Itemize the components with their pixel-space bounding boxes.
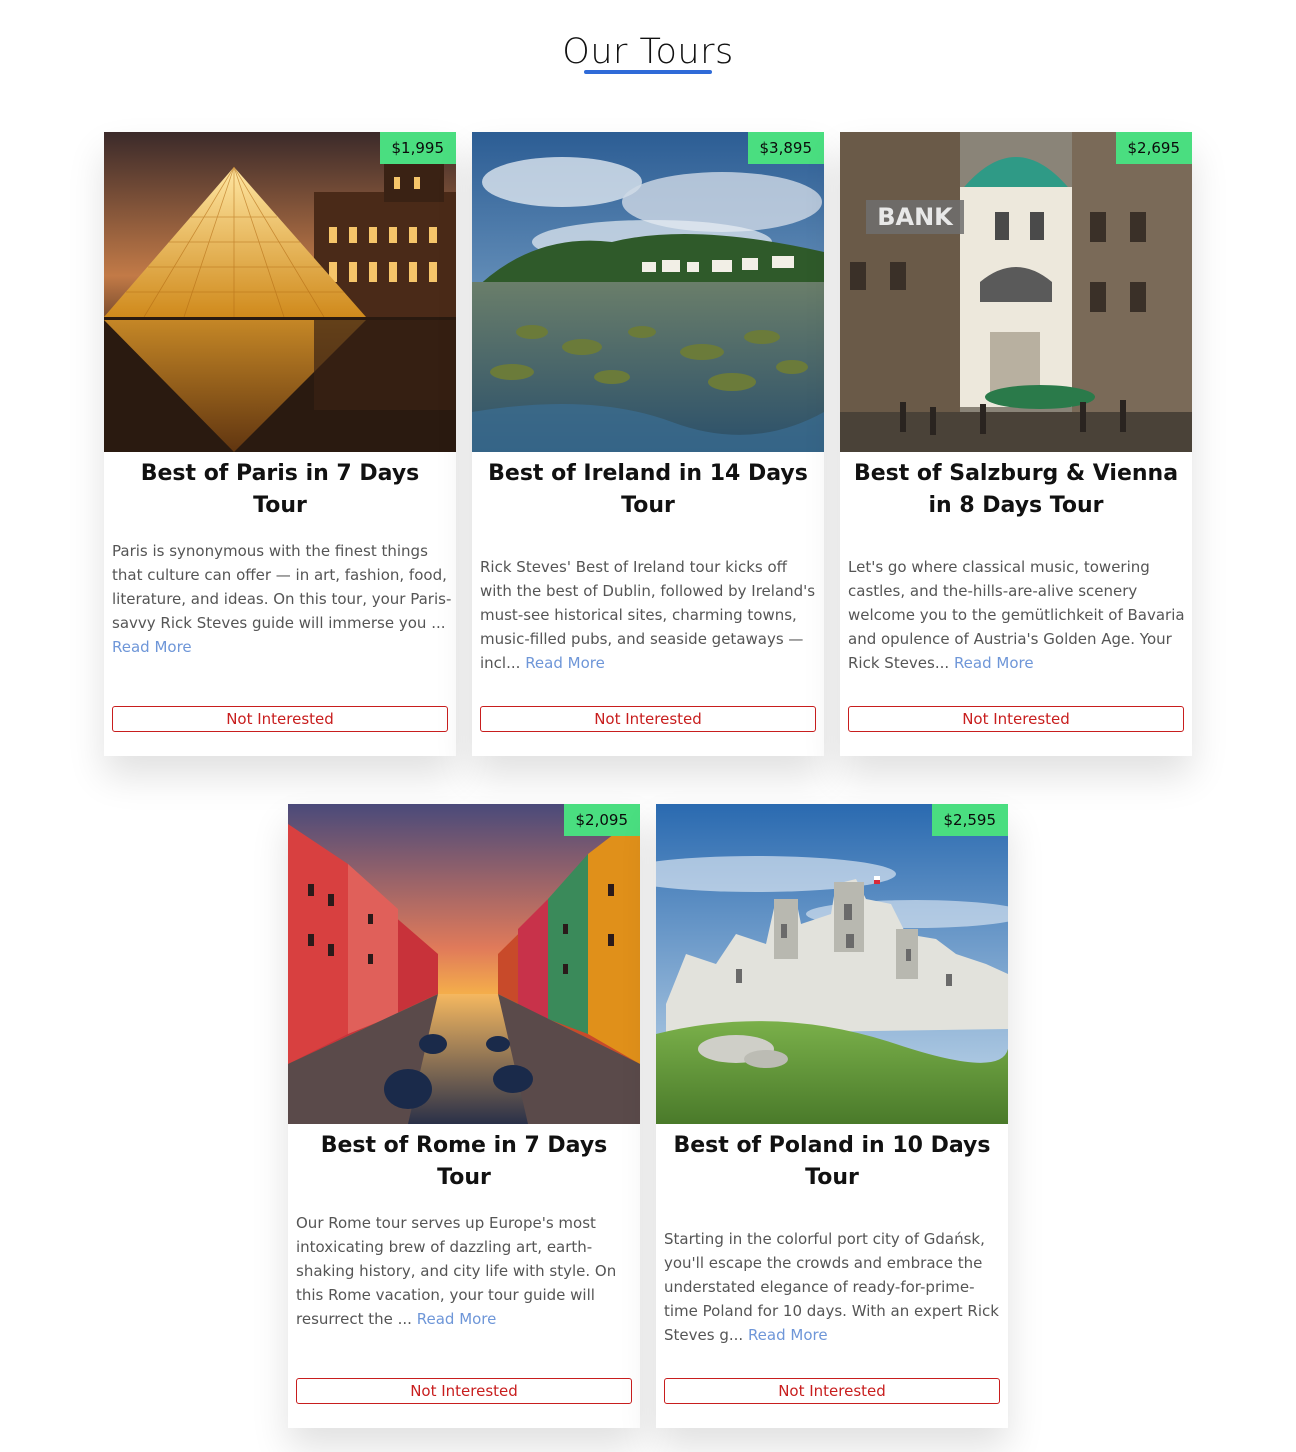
read-more-link[interactable]: Read More bbox=[417, 1310, 497, 1328]
tour-image-paris: $1,995 bbox=[104, 132, 456, 452]
tour-description-text: Paris is synonymous with the finest thin… bbox=[112, 542, 452, 632]
tour-title: Best of Poland in 10 Days Tour bbox=[673, 1133, 991, 1190]
price-badge: $3,895 bbox=[747, 132, 824, 164]
tour-image-vienna: BANK $2,695 bbox=[840, 132, 1192, 452]
tour-card-rome: $2,095 Best of Rome in 7 Days Tour Our R… bbox=[288, 804, 640, 1428]
not-interested-button[interactable]: Not Interested bbox=[112, 706, 448, 732]
not-interested-button[interactable]: Not Interested bbox=[480, 706, 816, 732]
tour-title: Best of Paris in 7 Days Tour bbox=[140, 461, 420, 518]
price-badge: $2,095 bbox=[563, 804, 640, 836]
tour-description: Rick Steves' Best of Ireland tour kicks … bbox=[480, 555, 820, 675]
tour-description: Starting in the colorful port city of Gd… bbox=[664, 1227, 1004, 1347]
tour-card-poland: $2,595 Best of Poland in 10 Days Tour St… bbox=[656, 804, 1008, 1428]
not-interested-button[interactable]: Not Interested bbox=[664, 1378, 1000, 1404]
tour-card-salzburg-vienna: BANK $2,695 Best of Salzburg & Vienna in… bbox=[840, 132, 1192, 756]
read-more-link[interactable]: Read More bbox=[748, 1326, 828, 1344]
read-more-link[interactable]: Read More bbox=[112, 638, 192, 656]
price-badge: $2,595 bbox=[931, 804, 1008, 836]
bank-sign-text: BANK bbox=[877, 203, 954, 231]
read-more-link[interactable]: Read More bbox=[525, 654, 605, 672]
tour-card-paris: $1,995 Best of Paris in 7 Days Tour Pari… bbox=[104, 132, 456, 756]
tour-description: Paris is synonymous with the finest thin… bbox=[112, 539, 452, 659]
page-title: Our Tours bbox=[562, 32, 734, 72]
tour-description: Our Rome tour serves up Europe's most in… bbox=[296, 1211, 636, 1331]
tour-image-rome: $2,095 bbox=[288, 804, 640, 1124]
read-more-link[interactable]: Read More bbox=[954, 654, 1034, 672]
page-header: Our Tours bbox=[0, 30, 1296, 74]
price-badge: $1,995 bbox=[379, 132, 456, 164]
tour-card-ireland: $3,895 Best of Ireland in 14 Days Tour R… bbox=[472, 132, 824, 756]
not-interested-button[interactable]: Not Interested bbox=[296, 1378, 632, 1404]
tour-title: Best of Ireland in 14 Days Tour bbox=[488, 461, 808, 518]
tour-image-ireland: $3,895 bbox=[472, 132, 824, 452]
title-underline bbox=[584, 70, 712, 74]
tour-image-poland: $2,595 bbox=[656, 804, 1008, 1124]
tour-title: Best of Rome in 7 Days Tour bbox=[320, 1133, 608, 1190]
tour-title: Best of Salzburg & Vienna in 8 Days Tour bbox=[853, 461, 1179, 518]
tour-description-text: Starting in the colorful port city of Gd… bbox=[664, 1230, 999, 1344]
tour-description: Let's go where classical music, towering… bbox=[848, 555, 1188, 675]
price-badge: $2,695 bbox=[1115, 132, 1192, 164]
not-interested-button[interactable]: Not Interested bbox=[848, 706, 1184, 732]
